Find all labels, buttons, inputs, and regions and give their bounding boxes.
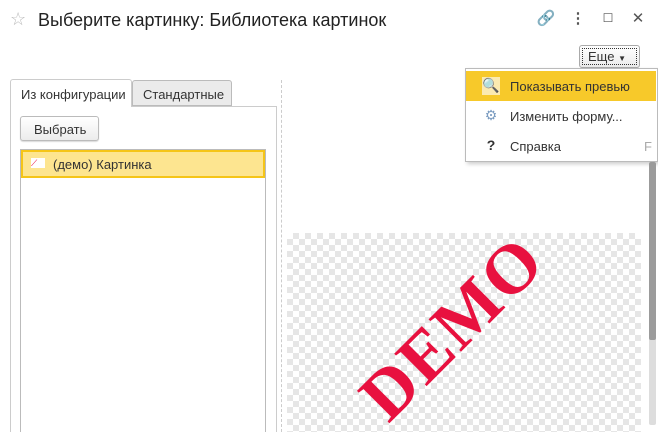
- link-icon[interactable]: 🔗: [536, 9, 556, 27]
- tab-standard[interactable]: Стандартные: [132, 80, 232, 106]
- preview-search-icon: 🔍: [482, 77, 500, 95]
- tab-from-configuration[interactable]: Из конфигурации: [10, 79, 132, 107]
- menu-item-label: Показывать превью: [510, 79, 630, 94]
- chevron-down-icon: ▼: [618, 54, 626, 63]
- window-title: Выберите картинку: Библиотека картинок: [38, 10, 387, 30]
- scrollbar-thumb[interactable]: [649, 162, 656, 340]
- list-item[interactable]: ⟋ (демо) Картинка: [21, 150, 265, 178]
- menu-item-show-preview[interactable]: 🔍 Показывать превью: [466, 71, 656, 101]
- more-button[interactable]: Еще ▼: [579, 45, 640, 68]
- favorite-star-icon[interactable]: ☆: [10, 9, 26, 30]
- picture-icon: ⟋: [31, 158, 45, 168]
- menu-item-shortcut: F: [644, 139, 652, 154]
- more-button-label: Еще: [588, 49, 615, 64]
- picture-list[interactable]: [20, 149, 266, 432]
- help-icon: ?: [486, 137, 496, 153]
- menu-item-label: Справка: [510, 139, 561, 154]
- form-settings-icon: ⚙: [484, 107, 498, 123]
- menu-item-label: Изменить форму...: [510, 109, 623, 124]
- picture-preview: DEMO: [287, 233, 641, 432]
- demo-watermark-canvas: DEMO: [345, 233, 559, 432]
- demo-watermark: DEMO: [345, 233, 559, 432]
- list-item-label: (демо) Картинка: [53, 157, 152, 172]
- more-menu: 🔍 Показывать превью ⚙ Изменить форму... ? С…: [465, 68, 658, 162]
- maximize-icon[interactable]: ☐: [598, 11, 618, 25]
- close-icon[interactable]: ✕: [628, 9, 648, 27]
- splitter[interactable]: [281, 80, 282, 432]
- menu-item-help[interactable]: ? Справка F: [466, 131, 656, 161]
- more-actions-icon[interactable]: ⋮: [568, 9, 588, 27]
- select-button[interactable]: Выбрать: [20, 116, 99, 141]
- menu-item-change-form[interactable]: ⚙ Изменить форму...: [466, 101, 656, 131]
